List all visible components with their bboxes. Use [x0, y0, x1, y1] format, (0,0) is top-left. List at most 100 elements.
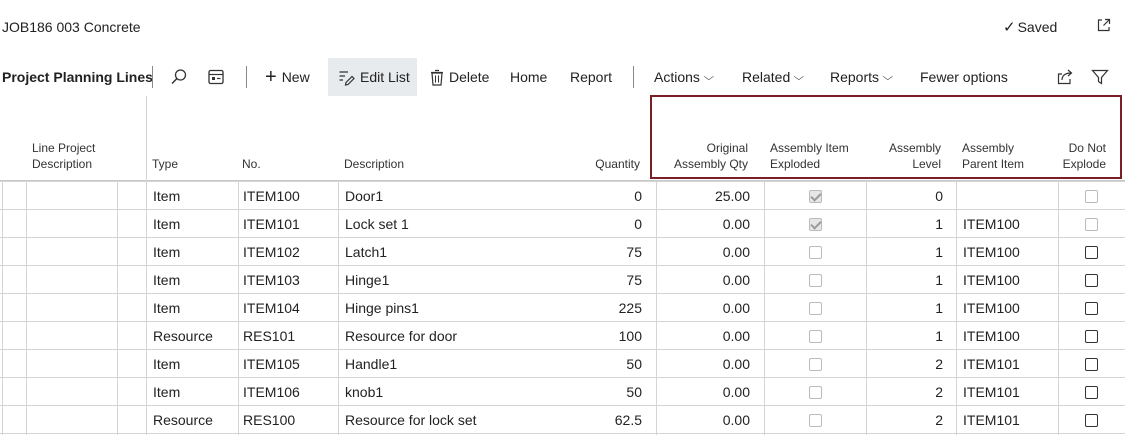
do-not-explode-cell	[1058, 266, 1125, 294]
assembly-item-exploded-cell	[765, 182, 865, 210]
new-button[interactable]: + New	[265, 58, 310, 96]
quantity-cell[interactable]: 225	[560, 294, 642, 322]
type-cell[interactable]: Item	[153, 294, 237, 322]
reports-menu[interactable]: Reports ⌵	[830, 58, 893, 96]
original-assembly-qty-cell[interactable]: 0.00	[660, 266, 750, 294]
no-cell[interactable]: ITEM106	[243, 378, 335, 406]
share-button[interactable]	[1056, 58, 1074, 96]
original-assembly-qty-cell[interactable]: 25.00	[660, 182, 750, 210]
open-in-new-window-icon[interactable]	[1096, 17, 1112, 33]
type-cell[interactable]: Item	[153, 266, 237, 294]
assembly-parent-item-cell[interactable]: ITEM100	[963, 266, 1055, 294]
quantity-cell[interactable]: 50	[560, 378, 642, 406]
trash-icon	[431, 69, 443, 86]
do-not-explode-checkbox[interactable]	[1085, 245, 1098, 259]
quantity-cell[interactable]: 75	[560, 238, 642, 266]
assembly-parent-item-cell[interactable]: ITEM101	[963, 378, 1055, 406]
actions-label: Actions	[654, 69, 700, 85]
search-icon	[171, 69, 187, 85]
do-not-explode-checkbox[interactable]	[1085, 273, 1098, 287]
do-not-explode-checkbox[interactable]	[1085, 413, 1098, 427]
assembly-level-cell[interactable]: 1	[870, 266, 943, 294]
assembly-level-cell[interactable]: 1	[870, 210, 943, 238]
original-assembly-qty-cell[interactable]: 0.00	[660, 350, 750, 378]
assembly-level-cell[interactable]: 2	[870, 350, 943, 378]
do-not-explode-cell	[1058, 238, 1125, 266]
home-button[interactable]: Home	[510, 58, 547, 96]
column-divider	[866, 181, 867, 435]
assembly-item-exploded-checkbox	[808, 189, 822, 203]
type-cell[interactable]: Item	[153, 378, 237, 406]
assembly-level-cell[interactable]: 2	[870, 406, 943, 434]
assembly-level-cell[interactable]: 1	[870, 294, 943, 322]
section-title: Project Planning Lines	[2, 69, 153, 85]
no-cell[interactable]: ITEM105	[243, 350, 335, 378]
quantity-cell[interactable]: 0	[560, 182, 642, 210]
quantity-cell[interactable]: 62.5	[560, 406, 642, 434]
assembly-parent-item-cell[interactable]: ITEM100	[963, 238, 1055, 266]
edit-list-button[interactable]: Edit List	[328, 58, 417, 96]
original-assembly-qty-cell[interactable]: 0.00	[660, 294, 750, 322]
assembly-level-cell[interactable]: 1	[870, 322, 943, 350]
original-assembly-qty-cell[interactable]: 0.00	[660, 406, 750, 434]
assembly-item-exploded-cell	[765, 294, 865, 322]
assembly-level-cell[interactable]: 0	[870, 182, 943, 210]
assembly-parent-item-cell[interactable]: ITEM100	[963, 210, 1055, 238]
type-cell[interactable]: Resource	[153, 406, 237, 434]
assembly-level-cell[interactable]: 2	[870, 378, 943, 406]
search-button[interactable]	[170, 58, 188, 96]
actions-menu[interactable]: Actions ⌵	[654, 58, 715, 96]
fewer-options-button[interactable]: Fewer options	[920, 58, 1008, 96]
no-cell[interactable]: ITEM103	[243, 266, 335, 294]
chevron-down-icon: ⌵	[793, 71, 805, 83]
do-not-explode-checkbox[interactable]	[1085, 301, 1098, 315]
no-cell[interactable]: ITEM100	[243, 182, 335, 210]
assembly-parent-item-cell[interactable]	[963, 182, 1055, 210]
header-text: Line Project	[32, 141, 96, 155]
do-not-explode-checkbox[interactable]	[1085, 385, 1098, 399]
delete-button[interactable]: Delete	[430, 58, 489, 96]
no-cell[interactable]: ITEM101	[243, 210, 335, 238]
no-cell[interactable]: RES101	[243, 322, 335, 350]
quantity-cell[interactable]: 100	[560, 322, 642, 350]
no-cell[interactable]: RES100	[243, 406, 335, 434]
do-not-explode-checkbox[interactable]	[1085, 329, 1098, 343]
chevron-down-icon: ⌵	[703, 71, 715, 83]
report-button[interactable]: Report	[570, 58, 612, 96]
filter-icon	[1091, 69, 1109, 85]
original-assembly-qty-cell[interactable]: 0.00	[660, 378, 750, 406]
assembly-parent-item-cell[interactable]: ITEM100	[963, 294, 1055, 322]
filter-button[interactable]	[1091, 58, 1109, 96]
type-cell[interactable]: Item	[153, 182, 237, 210]
quantity-cell[interactable]: 0	[560, 210, 642, 238]
type-cell[interactable]: Resource	[153, 322, 237, 350]
assembly-item-exploded-checkbox	[808, 413, 822, 427]
original-assembly-qty-cell[interactable]: 0.00	[660, 210, 750, 238]
type-cell[interactable]: Item	[153, 350, 237, 378]
assembly-parent-item-cell[interactable]: ITEM100	[963, 322, 1055, 350]
quantity-cell[interactable]: 50	[560, 350, 642, 378]
type-cell[interactable]: Item	[153, 210, 237, 238]
top-bar: JOB186 003 Concrete ✓ Saved	[0, 0, 1125, 56]
column-header-line-project-description[interactable]: Line Project Description	[32, 140, 95, 225]
assembly-parent-item-cell[interactable]: ITEM101	[963, 350, 1055, 378]
column-divider	[26, 181, 27, 435]
action-bar: Project Planning Lines + New Edit List D…	[0, 58, 1125, 96]
no-cell[interactable]: ITEM104	[243, 294, 335, 322]
assembly-item-exploded-checkbox	[808, 301, 822, 315]
saved-label: Saved	[1017, 19, 1058, 35]
related-menu[interactable]: Related ⌵	[742, 58, 805, 96]
plus-icon: +	[265, 66, 277, 88]
personalize-view-button[interactable]	[207, 58, 225, 96]
original-assembly-qty-cell[interactable]: 0.00	[660, 322, 750, 350]
assembly-level-cell[interactable]: 1	[870, 238, 943, 266]
no-cell[interactable]: ITEM102	[243, 238, 335, 266]
original-assembly-qty-cell[interactable]: 0.00	[660, 238, 750, 266]
type-cell[interactable]: Item	[153, 238, 237, 266]
column-divider	[656, 181, 657, 435]
assembly-parent-item-cell[interactable]: ITEM101	[963, 406, 1055, 434]
do-not-explode-checkbox[interactable]	[1085, 357, 1098, 371]
quantity-cell[interactable]: 75	[560, 266, 642, 294]
assembly-item-exploded-checkbox	[808, 329, 822, 343]
new-button-label: New	[281, 69, 310, 85]
